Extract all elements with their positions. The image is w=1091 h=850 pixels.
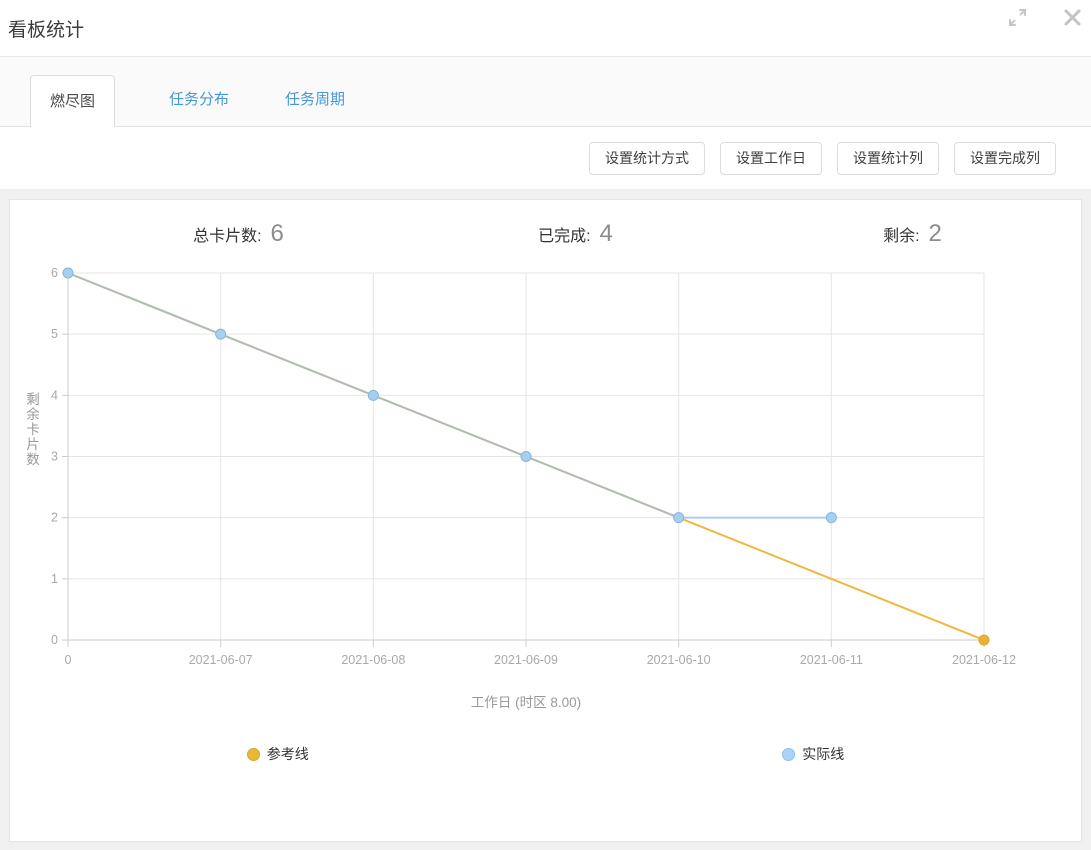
x-tick-label: 2021-06-11: [800, 653, 863, 667]
legend-label: 实际线: [802, 746, 845, 762]
x-tick-label: 2021-06-12: [952, 653, 1016, 667]
dialog-body: 总卡片数: 6 已完成: 4 剩余: 2 0 2021-06-07 2021-06-…: [0, 189, 1091, 850]
y-tick-label: 2: [51, 511, 58, 525]
data-point-series1: [367, 389, 379, 401]
x-tick-label: 2021-06-07: [189, 653, 253, 667]
summary-stats: 总卡片数: 6 已完成: 4 剩余: 2: [10, 200, 1081, 248]
kanban-stats-dialog: 看板统计 燃尽图 任务分布 任务周期 设置统计方式 设置工作日 设置统计列 设置…: [0, 0, 1091, 850]
y-axis-title-char: 卡: [26, 422, 40, 437]
y-axis-title-char: 片: [26, 437, 40, 452]
reference-line-swatch: [246, 747, 260, 761]
tab-task-distribution[interactable]: 任务分布: [167, 74, 231, 126]
x-tick-label: 2021-06-08: [341, 653, 405, 667]
chart-settings-toolbar: 设置统计方式 设置工作日 设置统计列 设置完成列: [0, 127, 1091, 189]
burndown-chart-svg: 0 2021-06-07 2021-06-08 2021-06-09 2021-06-1…: [26, 266, 1016, 710]
stat-total-cards: 总卡片数: 6: [70, 220, 407, 248]
expand-icon[interactable]: [1007, 7, 1028, 28]
x-tick-label: 2021-06-09: [494, 653, 558, 667]
data-point-series0: [978, 634, 990, 646]
stat-label: 剩余:: [883, 228, 920, 245]
set-done-column-button[interactable]: 设置完成列: [954, 141, 1056, 175]
close-icon[interactable]: [1062, 7, 1083, 28]
x-tick-label: 2021-06-10: [647, 653, 711, 667]
burndown-chart-container: 0 2021-06-07 2021-06-08 2021-06-09 2021-06-1…: [10, 252, 1081, 712]
stat-label: 已完成:: [538, 228, 591, 245]
stat-value: 2: [928, 220, 942, 247]
tab-bar: 燃尽图 任务分布 任务周期: [0, 57, 1091, 127]
tab-task-cycle[interactable]: 任务周期: [283, 74, 347, 126]
set-statistics-column-button[interactable]: 设置统计列: [837, 141, 939, 175]
y-tick-label: 6: [51, 266, 58, 280]
x-axis-title: 工作日 (时区 8.00): [471, 695, 581, 710]
data-point-series1: [825, 512, 837, 524]
legend-item-reference-line[interactable]: 参考线: [246, 744, 309, 764]
y-axis-title-char: 余: [26, 406, 40, 422]
y-tick-label: 0: [51, 633, 58, 647]
legend-item-actual-line[interactable]: 实际线: [782, 744, 844, 764]
data-point-series1: [673, 512, 685, 524]
x-tick-label: 0: [65, 653, 72, 667]
set-statistics-method-button[interactable]: 设置统计方式: [589, 141, 705, 175]
y-axis-title-char: 数: [26, 452, 40, 467]
y-axis-title-char: 剩: [26, 392, 40, 407]
legend-label: 参考线: [266, 746, 309, 762]
actual-line-swatch: [782, 747, 796, 761]
data-point-series1: [215, 328, 227, 340]
tab-burndown-chart[interactable]: 燃尽图: [30, 75, 116, 127]
burndown-card: 总卡片数: 6 已完成: 4 剩余: 2 0 2021-06-07 2021-06-…: [9, 199, 1082, 842]
stat-value: 6: [270, 220, 284, 247]
y-tick-label: 1: [51, 572, 58, 586]
stat-remaining: 剩余: 2: [744, 220, 1081, 248]
dialog-title: 看板统计: [8, 20, 85, 41]
y-tick-label: 5: [51, 327, 58, 341]
stat-value: 4: [599, 220, 613, 247]
dialog-header: 看板统计: [0, 0, 1091, 57]
y-tick-label: 3: [51, 450, 58, 464]
window-controls: [1007, 7, 1083, 28]
stat-label: 总卡片数:: [193, 228, 262, 245]
stat-completed: 已完成: 4: [407, 220, 744, 248]
data-point-series1: [520, 451, 532, 462]
data-point-series1: [62, 267, 74, 279]
chart-legend: 参考线 实际线: [10, 744, 1081, 764]
y-tick-label: 4: [51, 388, 58, 402]
set-working-days-button[interactable]: 设置工作日: [720, 141, 822, 175]
